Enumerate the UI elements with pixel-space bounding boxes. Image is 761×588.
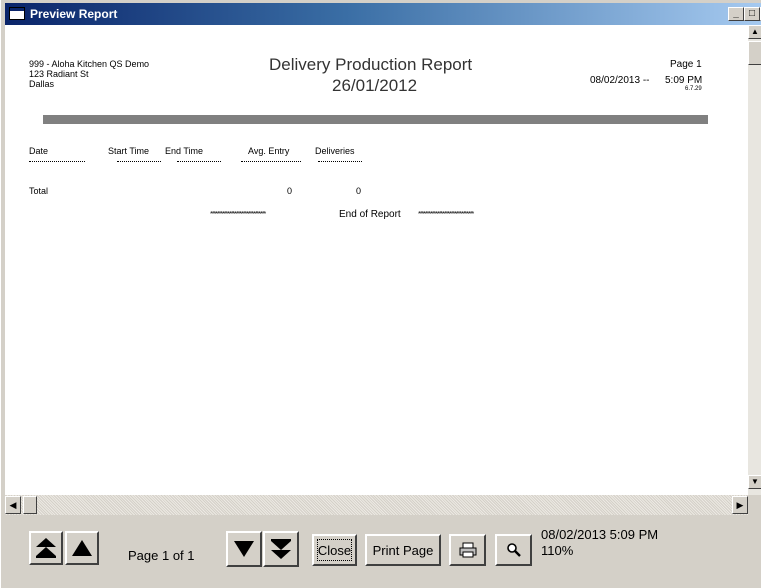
magnifier-icon: [497, 536, 530, 564]
scroll-right-icon[interactable]: ▶: [732, 496, 748, 514]
column-header-start-time: Start Time: [108, 146, 150, 156]
scroll-left-icon[interactable]: ◀: [5, 496, 21, 514]
page-indicator: Page 1 of 1: [128, 548, 195, 563]
last-page-icon: [265, 533, 297, 565]
company-name: 999 - Aloha Kitchen QS Demo: [29, 59, 150, 69]
window-title: Preview Report: [30, 7, 118, 21]
end-time-underline: [177, 161, 221, 162]
previous-page-icon: [67, 533, 97, 563]
end-of-report-text: End of Report: [339, 209, 401, 220]
minimize-button[interactable]: _: [728, 7, 744, 21]
title-bar[interactable]: Preview Report _ □ ×: [5, 3, 761, 25]
print-page-label: Print Page: [372, 542, 434, 558]
header-divider-bar: [43, 115, 708, 124]
scrollbar-corner: [748, 495, 761, 515]
printer-icon: [451, 536, 484, 564]
horizontal-scrollbar[interactable]: ◀ ▶: [5, 495, 748, 515]
column-header-date: Date: [29, 146, 49, 156]
last-page-button[interactable]: [263, 531, 299, 567]
company-address: 123 Radiant St: [29, 69, 89, 79]
column-header-deliveries: Deliveries: [315, 146, 355, 156]
end-stars-right: ********************************: [418, 211, 474, 218]
scroll-up-icon[interactable]: ▲: [748, 25, 761, 39]
horizontal-scroll-thumb[interactable]: [23, 496, 37, 514]
vertical-scrollbar[interactable]: ▲ ▼: [748, 25, 761, 495]
first-page-icon: [31, 533, 61, 563]
print-button[interactable]: [449, 534, 486, 566]
date-underline: [29, 161, 85, 162]
next-page-button[interactable]: [226, 531, 262, 567]
print-date: 08/02/2013 --: [590, 75, 650, 86]
zoom-button[interactable]: [495, 534, 532, 566]
version-number: 6.7.29: [685, 86, 702, 92]
maximize-button[interactable]: □: [744, 7, 760, 21]
total-avg-entry: 0: [287, 186, 293, 196]
previous-page-button[interactable]: [65, 531, 99, 565]
close-button[interactable]: Close: [312, 534, 357, 566]
report-date: 26/01/2012: [332, 76, 418, 95]
status-datetime: 08/02/2013 5:09 PM: [541, 527, 659, 542]
avg-entry-underline: [241, 161, 301, 162]
total-label: Total: [29, 186, 49, 196]
preview-report-window: Preview Report _ □ × 999 - Aloha Kitchen…: [0, 0, 761, 588]
column-header-end-time: End Time: [165, 146, 204, 156]
start-time-underline: [117, 161, 161, 162]
vertical-scroll-thumb[interactable]: [748, 41, 761, 65]
company-city: Dallas: [29, 79, 55, 89]
page-number: Page 1: [670, 59, 702, 70]
first-page-button[interactable]: [29, 531, 63, 565]
column-header-avg-entry: Avg. Entry: [248, 146, 290, 156]
window-icon: [9, 7, 25, 20]
report-canvas: 999 - Aloha Kitchen QS Demo 123 Radiant …: [5, 25, 761, 495]
print-page-button[interactable]: Print Page: [365, 534, 441, 566]
close-button-label: Close: [317, 539, 352, 561]
deliveries-underline: [318, 161, 362, 162]
next-page-icon: [228, 533, 260, 565]
total-deliveries: 0: [356, 186, 362, 196]
scroll-down-icon[interactable]: ▼: [748, 475, 761, 489]
print-time: 5:09 PM: [665, 75, 703, 86]
end-stars-left: ********************************: [210, 211, 266, 218]
zoom-level: 110%: [541, 543, 574, 558]
report-title: Delivery Production Report: [269, 55, 473, 74]
preview-toolbar: Page 1 of 1 Close Print Page 08/02/2013 …: [1, 515, 761, 588]
